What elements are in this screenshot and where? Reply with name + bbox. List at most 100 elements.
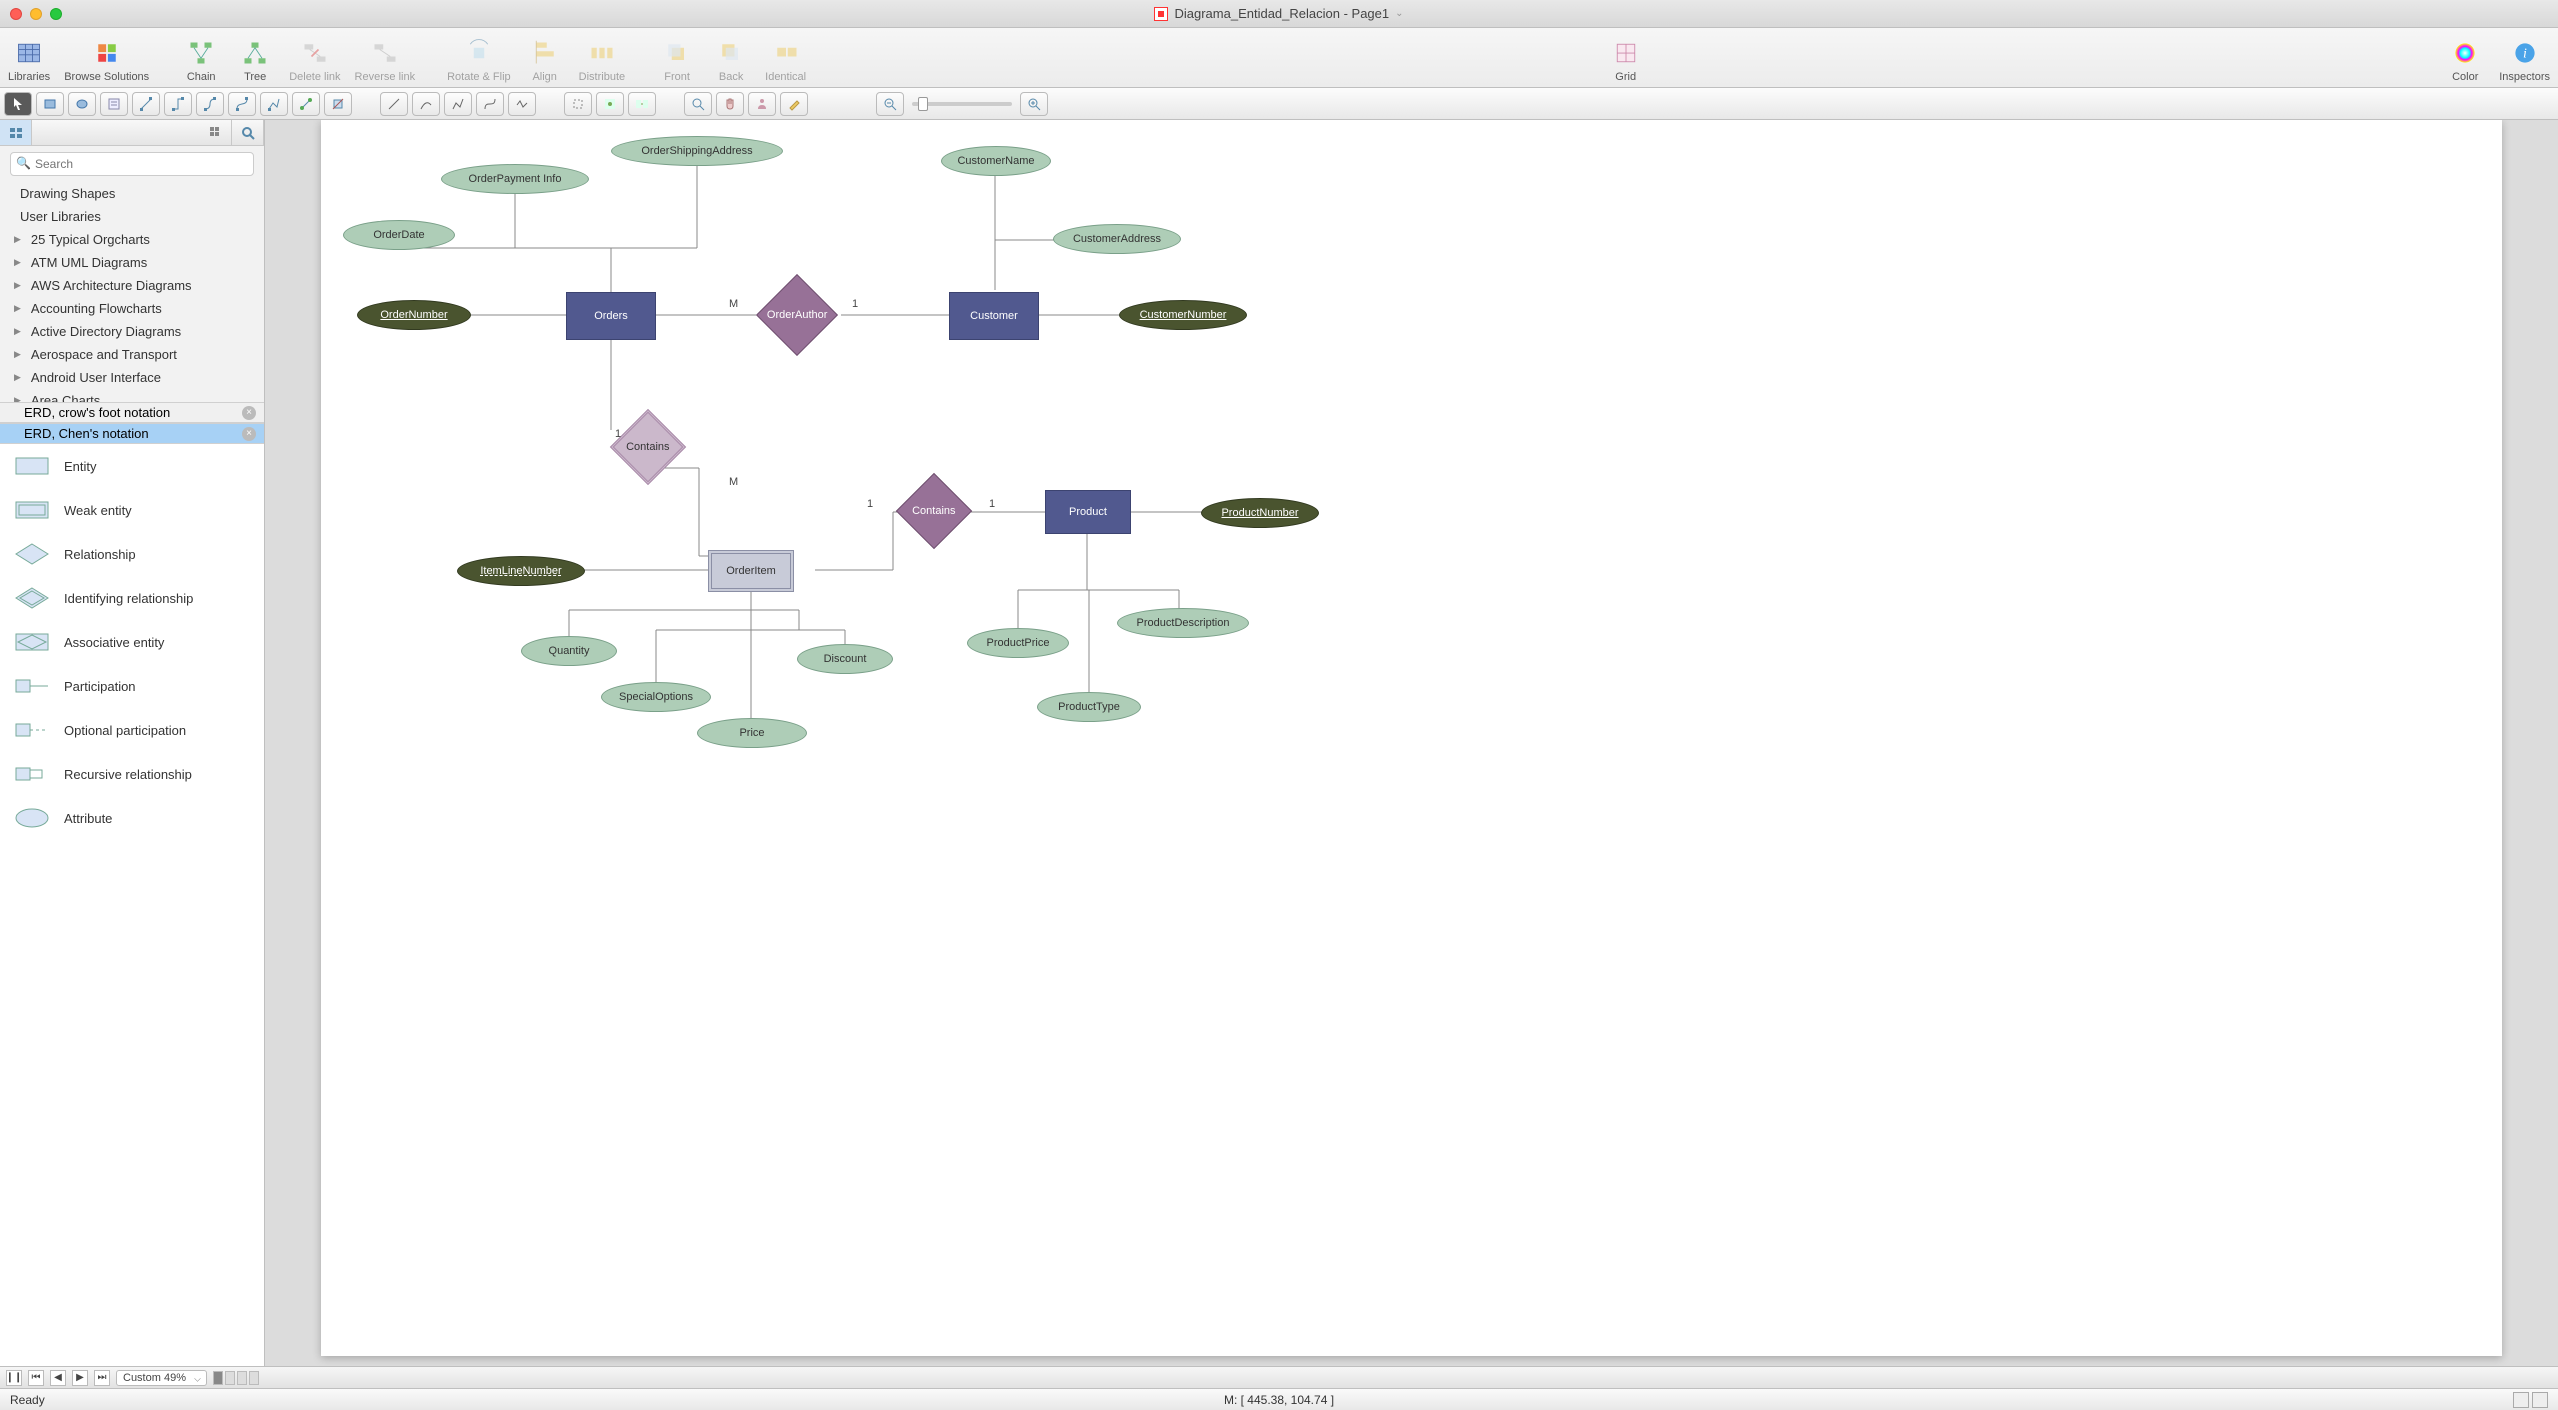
entity-orders[interactable]: Orders [566, 292, 656, 340]
status-icon-1[interactable] [2513, 1392, 2529, 1408]
person-tool[interactable] [748, 92, 776, 116]
entity-orderitem[interactable]: OrderItem [708, 550, 794, 592]
zoom-select[interactable]: Custom 49% [116, 1370, 207, 1386]
connector-l7[interactable] [324, 92, 352, 116]
shape-associative-entity[interactable]: Associative entity [0, 620, 264, 664]
inspectors-button[interactable]: i Inspectors [2499, 37, 2550, 83]
status-icon-2[interactable] [2532, 1392, 2548, 1408]
connector-l2[interactable] [164, 92, 192, 116]
close-icon[interactable]: × [242, 406, 256, 420]
chain-button[interactable]: Chain [181, 37, 221, 83]
shape-weak-entity[interactable]: Weak entity [0, 488, 264, 532]
grid-button[interactable]: Grid [1606, 37, 1646, 83]
zoom-out-button[interactable] [876, 92, 904, 116]
panel-toggle[interactable]: ❙❙ [6, 1370, 22, 1386]
pen-tool[interactable] [780, 92, 808, 116]
attr-orderdate[interactable]: OrderDate [343, 220, 455, 250]
first-page-button[interactable]: ⏮ [28, 1370, 44, 1386]
align-button[interactable]: Align [525, 37, 565, 83]
hand-tool[interactable] [716, 92, 744, 116]
shape-relationship[interactable]: Relationship [0, 532, 264, 576]
back-button[interactable]: Back [711, 37, 751, 83]
attr-orderpayment[interactable]: OrderPayment Info [441, 164, 589, 194]
distribute-button[interactable]: Distribute [579, 37, 625, 83]
list-item[interactable]: Drawing Shapes [0, 182, 264, 205]
front-button[interactable]: Front [657, 37, 697, 83]
connector-l3[interactable] [196, 92, 224, 116]
attr-producttype[interactable]: ProductType [1037, 692, 1141, 722]
shape-optional-participation[interactable]: Optional participation [0, 708, 264, 752]
identical-button[interactable]: Identical [765, 37, 806, 83]
next-page-button[interactable]: ▶ [72, 1370, 88, 1386]
text-tool[interactable] [100, 92, 128, 116]
shape-recursive-relationship[interactable]: Recursive relationship [0, 752, 264, 796]
zoom-tool[interactable] [684, 92, 712, 116]
list-item[interactable]: ▶Area Charts [0, 389, 264, 402]
ellipse-tool[interactable] [68, 92, 96, 116]
attr-customeraddress[interactable]: CustomerAddress [1053, 224, 1181, 254]
snap-3[interactable] [628, 92, 656, 116]
entity-customer[interactable]: Customer [949, 292, 1039, 340]
rect-tool[interactable] [36, 92, 64, 116]
canvas-area[interactable]: Orders Customer OrderItem Product OrderA… [265, 120, 2558, 1366]
browse-solutions-button[interactable]: Browse Solutions [64, 37, 149, 83]
attr-customername[interactable]: CustomerName [941, 146, 1051, 176]
attr-discount[interactable]: Discount [797, 644, 893, 674]
shape-attribute[interactable]: Attribute [0, 796, 264, 840]
close-icon[interactable]: × [242, 427, 256, 441]
delete-link-button[interactable]: Delete link [289, 37, 340, 83]
entity-product[interactable]: Product [1045, 490, 1131, 534]
line-tool-3[interactable] [444, 92, 472, 116]
line-tool-5[interactable] [508, 92, 536, 116]
prev-page-button[interactable]: ◀ [50, 1370, 66, 1386]
list-item[interactable]: ▶25 Typical Orgcharts [0, 228, 264, 251]
list-item[interactable]: ▶Aerospace and Transport [0, 343, 264, 366]
rotate-flip-button[interactable]: Rotate & Flip [447, 37, 511, 83]
zoom-slider[interactable] [912, 102, 1012, 106]
selected-lib-chen[interactable]: ERD, Chen's notation× [0, 423, 264, 444]
sidebar-tab-grid[interactable] [200, 120, 232, 145]
sidebar-tab-shapes[interactable] [0, 120, 32, 145]
last-page-button[interactable]: ⏭ [94, 1370, 110, 1386]
list-item[interactable]: ▶Android User Interface [0, 366, 264, 389]
attr-customernumber[interactable]: CustomerNumber [1119, 300, 1247, 330]
snap-1[interactable] [564, 92, 592, 116]
canvas[interactable]: Orders Customer OrderItem Product OrderA… [321, 120, 2502, 1356]
shape-entity[interactable]: Entity [0, 444, 264, 488]
attr-productdescription[interactable]: ProductDescription [1117, 608, 1249, 638]
list-item[interactable]: ▶AWS Architecture Diagrams [0, 274, 264, 297]
attr-ordershipping[interactable]: OrderShippingAddress [611, 136, 783, 166]
attr-price[interactable]: Price [697, 718, 807, 748]
shape-identifying-relationship[interactable]: Identifying relationship [0, 576, 264, 620]
list-item[interactable]: ▶ATM UML Diagrams [0, 251, 264, 274]
selected-lib-crow[interactable]: ERD, crow's foot notation× [0, 402, 264, 423]
page-thumbnails[interactable] [213, 1371, 259, 1385]
pointer-tool[interactable] [4, 92, 32, 116]
sidebar-tab-search[interactable] [232, 120, 264, 145]
attr-quantity[interactable]: Quantity [521, 636, 617, 666]
line-tool-4[interactable] [476, 92, 504, 116]
attr-itemline[interactable]: ItemLineNumber [457, 556, 585, 586]
connector-l4[interactable] [228, 92, 256, 116]
color-button[interactable]: Color [2445, 37, 2485, 83]
line-tool-2[interactable] [412, 92, 440, 116]
attr-ordernumber[interactable]: OrderNumber [357, 300, 471, 330]
attr-productprice[interactable]: ProductPrice [967, 628, 1069, 658]
list-item[interactable]: ▶Accounting Flowcharts [0, 297, 264, 320]
connector-l6[interactable] [292, 92, 320, 116]
tree-button[interactable]: Tree [235, 37, 275, 83]
connector-l5[interactable] [260, 92, 288, 116]
connector-l1[interactable] [132, 92, 160, 116]
attr-productnumber[interactable]: ProductNumber [1201, 498, 1319, 528]
reverse-link-button[interactable]: Reverse link [355, 37, 416, 83]
list-item[interactable]: User Libraries [0, 205, 264, 228]
snap-2[interactable] [596, 92, 624, 116]
libraries-button[interactable]: Libraries [8, 37, 50, 83]
attr-specialoptions[interactable]: SpecialOptions [601, 682, 711, 712]
zoom-in-button[interactable] [1020, 92, 1048, 116]
document-title[interactable]: Diagrama_Entidad_Relacion - Page1 ⌄ [0, 6, 2558, 21]
shape-participation[interactable]: Participation [0, 664, 264, 708]
search-input[interactable] [10, 152, 254, 176]
list-item[interactable]: ▶Active Directory Diagrams [0, 320, 264, 343]
line-tool-1[interactable] [380, 92, 408, 116]
